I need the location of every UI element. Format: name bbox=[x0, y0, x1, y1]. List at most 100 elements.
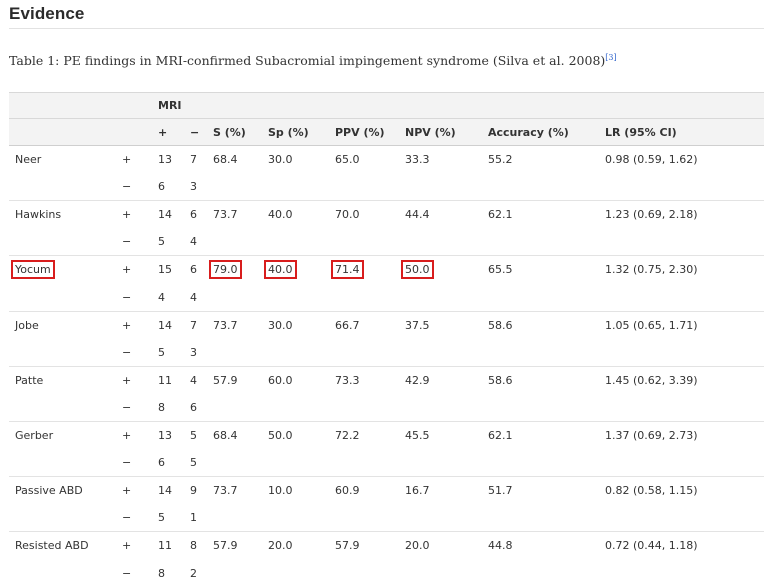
empty-cell bbox=[335, 559, 405, 585]
heading-divider bbox=[9, 28, 764, 29]
empty-cell bbox=[605, 339, 764, 367]
empty-cell bbox=[605, 504, 764, 532]
cell-value: 58.6 bbox=[488, 318, 513, 332]
empty-cell bbox=[213, 394, 268, 422]
header-empty-cell bbox=[9, 119, 122, 146]
table-cell: 14 bbox=[158, 311, 190, 339]
table-cell: + bbox=[122, 366, 158, 394]
table-cell: 79.0 bbox=[209, 256, 268, 284]
cell-value: 72.2 bbox=[335, 428, 360, 442]
cell-value: 13 bbox=[158, 428, 172, 442]
table-cell: 6 bbox=[158, 456, 165, 470]
table-cell: 73.7 bbox=[213, 201, 268, 229]
cell-value: 71.4 bbox=[331, 260, 364, 280]
empty-cell bbox=[405, 504, 488, 532]
table-cell: 73.7 bbox=[213, 477, 268, 505]
empty-cell bbox=[335, 449, 405, 477]
cell-value: 50.0 bbox=[401, 260, 434, 280]
cell-value: 66.7 bbox=[335, 318, 360, 332]
cell-value: 68.4 bbox=[213, 153, 238, 167]
table-cell: 66.7 bbox=[335, 311, 405, 339]
table-cell: 3 bbox=[190, 180, 197, 194]
empty-cell bbox=[213, 173, 268, 201]
test-name: Yocum bbox=[11, 260, 55, 280]
empty-cell bbox=[335, 394, 405, 422]
table-cell: 1.23 (0.69, 2.18) bbox=[605, 201, 764, 229]
empty-cell bbox=[213, 339, 268, 367]
empty-cell bbox=[405, 449, 488, 477]
table-cell: + bbox=[122, 146, 158, 174]
table-cell: 50.0 bbox=[268, 421, 335, 449]
table-cell: 13 bbox=[158, 421, 190, 449]
cell-value: 14 bbox=[158, 484, 172, 498]
empty-cell bbox=[605, 559, 764, 585]
table-body: Neer +13 7 68.4 30.0 65.0 33.3 55.2 0.98 (0.59, … bbox=[9, 145, 764, 585]
table-cell: 15 bbox=[158, 256, 190, 284]
table-cell: 13 bbox=[158, 146, 190, 174]
empty-cell bbox=[213, 228, 268, 256]
test-name-cell: Yocum bbox=[9, 256, 122, 284]
cell-value: 60.0 bbox=[268, 373, 293, 387]
table-cell: 57.9 bbox=[335, 532, 405, 560]
header-empty-cell bbox=[122, 93, 158, 119]
cell-value: 70.0 bbox=[335, 208, 360, 222]
empty-cell bbox=[488, 449, 605, 477]
empty-cell bbox=[605, 228, 764, 256]
empty-cell bbox=[488, 173, 605, 201]
cell-value: 37.5 bbox=[405, 318, 430, 332]
citation-link[interactable]: [3] bbox=[605, 53, 616, 62]
table-cell: 4 bbox=[190, 290, 197, 304]
table-cell: 0.72 (0.44, 1.18) bbox=[605, 532, 764, 560]
cell-value: 7 bbox=[190, 153, 197, 167]
cell-value: 4 bbox=[190, 373, 197, 387]
empty-cell bbox=[335, 173, 405, 201]
cell-value: 14 bbox=[158, 208, 172, 222]
table-cell: 57.9 bbox=[213, 532, 268, 560]
cell-value: 73.7 bbox=[213, 318, 238, 332]
table-group-header-row: MRI bbox=[9, 92, 764, 119]
empty-cell bbox=[488, 283, 605, 311]
table-row: − 4 4 bbox=[9, 283, 764, 311]
cell-value: 55.2 bbox=[488, 153, 513, 167]
empty-cell bbox=[9, 394, 122, 422]
table-cell: − bbox=[122, 345, 132, 359]
empty-cell bbox=[488, 559, 605, 585]
header-mri: MRI bbox=[158, 99, 182, 112]
cell-value: 62.1 bbox=[488, 208, 513, 222]
table-cell: 8 bbox=[158, 400, 165, 414]
table-cell: − bbox=[122, 400, 132, 414]
table-cell: 68.4 bbox=[213, 146, 268, 174]
cell-value: 65.5 bbox=[488, 263, 513, 277]
empty-cell bbox=[405, 339, 488, 367]
table-cell: 1 bbox=[190, 511, 197, 525]
empty-cell bbox=[9, 449, 122, 477]
table-cell: 60.9 bbox=[335, 477, 405, 505]
empty-cell bbox=[488, 504, 605, 532]
cell-value: 5 bbox=[190, 428, 197, 442]
cell-value: 1.05 (0.65, 1.71) bbox=[605, 318, 698, 332]
table-cell: 2 bbox=[190, 566, 197, 580]
empty-cell bbox=[335, 504, 405, 532]
cell-value: + bbox=[122, 208, 132, 222]
cell-value: 51.7 bbox=[488, 484, 513, 498]
header-empty-cell bbox=[405, 93, 488, 119]
empty-cell bbox=[335, 283, 405, 311]
table-cell: 7 bbox=[190, 311, 213, 339]
cell-value: 73.7 bbox=[213, 208, 238, 222]
table-cell: 72.2 bbox=[335, 421, 405, 449]
table-row: − 8 6 bbox=[9, 394, 764, 422]
cell-value: 11 bbox=[158, 539, 172, 553]
table-cell: 1.32 (0.75, 2.30) bbox=[605, 256, 764, 284]
test-name-cell: Hawkins bbox=[9, 201, 122, 229]
table-cell: 30.0 bbox=[268, 311, 335, 339]
empty-cell bbox=[488, 394, 605, 422]
test-name-cell: Neer bbox=[9, 146, 122, 174]
cell-value: 6 bbox=[190, 263, 197, 277]
cell-value: 0.98 (0.59, 1.62) bbox=[605, 153, 698, 167]
empty-cell bbox=[213, 449, 268, 477]
table-cell: 5 bbox=[158, 511, 165, 525]
table-cell: 3 bbox=[190, 345, 197, 359]
empty-cell bbox=[405, 173, 488, 201]
table-cell: − bbox=[122, 180, 132, 194]
table-cell: 65.0 bbox=[335, 146, 405, 174]
